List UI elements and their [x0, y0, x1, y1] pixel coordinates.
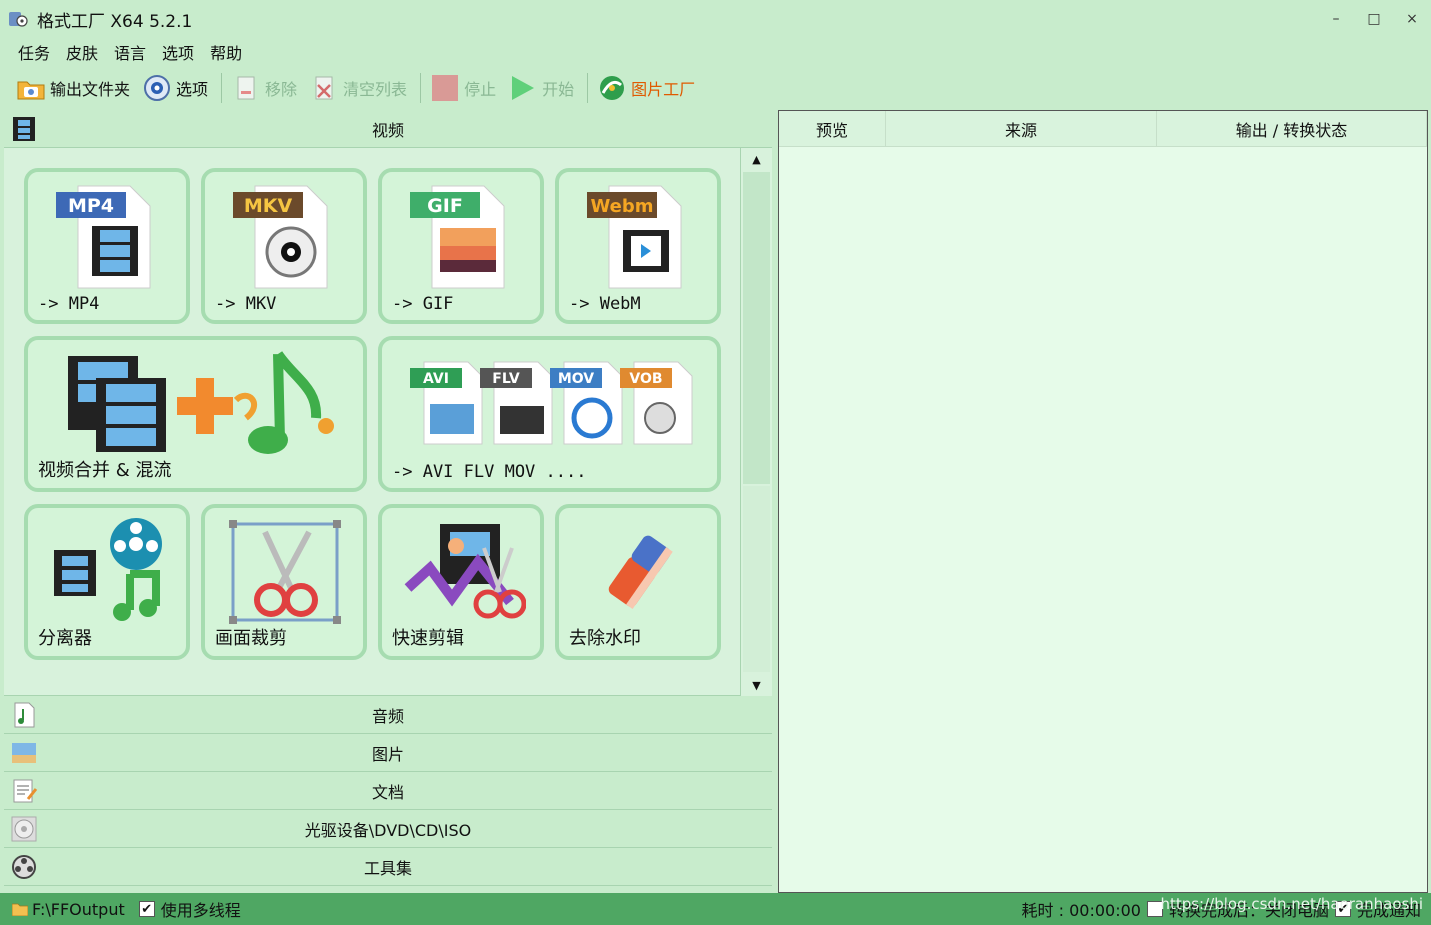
menu-help[interactable]: 帮助 — [202, 40, 250, 64]
quick-cut-icon — [404, 524, 526, 619]
picture-icon — [12, 743, 36, 763]
tools-reel-icon — [12, 855, 36, 879]
svg-text:GIF: GIF — [427, 195, 463, 217]
tile-remove-watermark[interactable]: 去除水印 — [555, 504, 721, 660]
category-audio[interactable]: 音频 — [4, 696, 772, 734]
tile-label: 视频合并 & 混流 — [38, 460, 172, 481]
tile-to-other-formats[interactable]: AVI FLV MOV VOB -> AVI FLV MOV .... — [378, 336, 721, 492]
menu-language[interactable]: 语言 — [106, 40, 154, 64]
disc-icon — [11, 816, 37, 842]
menu-task[interactable]: 任务 — [10, 40, 58, 64]
remove-button[interactable]: 移除 — [227, 70, 301, 106]
start-button[interactable]: 开始 — [504, 70, 578, 106]
category-tools[interactable]: 工具集 — [4, 848, 772, 886]
stop-button[interactable]: 停止 — [426, 70, 500, 106]
svg-text:FLV: FLV — [492, 371, 520, 387]
svg-text:VOB: VOB — [629, 371, 662, 387]
minimize-button[interactable]: – — [1317, 0, 1355, 38]
scroll-down-arrow[interactable]: ▼ — [741, 674, 772, 696]
picture-factory-button[interactable]: 图片工厂 — [593, 70, 699, 106]
tile-label: -> WebM — [569, 294, 641, 314]
window-title: 格式工厂 X64 5.2.1 — [37, 11, 193, 32]
svg-text:AVI: AVI — [423, 371, 449, 387]
tile-video-merge[interactable]: 视频合并 & 混流 — [24, 336, 367, 492]
elapsed-time: 耗时 : 00:00:00 — [1021, 901, 1141, 920]
tile-to-webm[interactable]: Webm -> WebM — [555, 168, 721, 324]
mp4-file-icon: MP4 — [56, 185, 151, 289]
tile-label: -> GIF — [392, 294, 454, 314]
category-picture[interactable]: 图片 — [4, 734, 772, 772]
mkv-file-icon: MKV — [233, 185, 328, 289]
tile-label: 去除水印 — [569, 628, 641, 649]
crop-scissors-icon — [229, 520, 341, 624]
toolbar-separator — [587, 73, 589, 103]
picture-factory-icon — [600, 76, 625, 100]
document-remove-icon — [237, 76, 255, 100]
svg-text:MKV: MKV — [244, 195, 293, 217]
column-preview[interactable]: 预览 — [779, 111, 886, 146]
output-folder-button[interactable]: 输出文件夹 — [12, 70, 134, 106]
category-disc[interactable]: 光驱设备\DVD\CD\ISO — [4, 810, 772, 848]
scroll-track[interactable] — [743, 486, 770, 672]
eraser-icon — [608, 535, 673, 610]
folder-icon — [17, 81, 45, 100]
tiles-scrollbar[interactable]: ▲ ▼ — [740, 148, 772, 696]
task-table-header: 预览 来源 输出 / 转换状态 — [779, 111, 1427, 147]
title-bar: 格式工厂 X64 5.2.1 – □ × — [0, 0, 1431, 38]
stop-icon — [432, 75, 459, 101]
tile-to-mp4[interactable]: MP4 -> MP4 — [24, 168, 190, 324]
app-logo-icon — [9, 12, 28, 27]
tile-crop[interactable]: 画面裁剪 — [201, 504, 367, 660]
tile-label: -> MP4 — [38, 294, 100, 314]
maximize-button[interactable]: □ — [1355, 0, 1393, 38]
scroll-up-arrow[interactable]: ▲ — [741, 148, 772, 170]
music-note-icon — [14, 702, 35, 728]
merge-mux-icon — [68, 351, 334, 454]
tile-to-gif[interactable]: GIF -> GIF — [378, 168, 544, 324]
menu-options[interactable]: 选项 — [154, 40, 202, 64]
category-panel: 视频 MP4 -> MP4 MKV -> MKV GIF -> GIF Webm… — [4, 110, 772, 893]
tile-splitter[interactable]: 分离器 — [24, 504, 190, 660]
webm-file-icon: Webm — [587, 185, 682, 289]
scroll-thumb[interactable] — [743, 172, 770, 484]
menu-skin[interactable]: 皮肤 — [58, 40, 106, 64]
splitter-icon — [54, 518, 162, 621]
clear-list-button[interactable]: 清空列表 — [305, 70, 411, 106]
category-document[interactable]: 文档 — [4, 772, 772, 810]
tile-quick-cut[interactable]: 快速剪辑 — [378, 504, 544, 660]
toolbar-separator — [221, 73, 223, 103]
tile-to-mkv[interactable]: MKV -> MKV — [201, 168, 367, 324]
column-output-status[interactable]: 输出 / 转换状态 — [1157, 111, 1427, 146]
watermark-text: https://blog.csdn.net/haoranhaoshi — [1160, 895, 1423, 913]
task-list-panel[interactable]: 预览 来源 输出 / 转换状态 — [778, 110, 1428, 893]
output-folder-icon — [12, 903, 28, 916]
output-path[interactable]: F:\FFOutput — [32, 900, 125, 919]
toolbar-separator — [420, 73, 422, 103]
tile-label: 分离器 — [38, 628, 92, 649]
svg-text:MP4: MP4 — [68, 195, 114, 217]
svg-text:Webm: Webm — [590, 196, 653, 217]
tile-label: 快速剪辑 — [392, 628, 464, 649]
video-tools-area: MP4 -> MP4 MKV -> MKV GIF -> GIF Webm ->… — [4, 148, 772, 696]
tile-label: -> MKV — [215, 294, 277, 314]
clear-list-icon — [315, 76, 333, 100]
column-source[interactable]: 来源 — [886, 111, 1157, 146]
document-icon — [13, 779, 38, 803]
film-icon — [13, 117, 35, 141]
menu-bar: 任务 皮肤 语言 选项 帮助 — [10, 38, 250, 66]
category-video[interactable]: 视频 — [4, 110, 772, 148]
toolbar: 输出文件夹 选项 移除 清空列表 停止 开始 图片工厂 — [12, 68, 703, 108]
tile-label: 画面裁剪 — [215, 628, 287, 649]
gif-file-icon: GIF — [410, 185, 505, 289]
multithread-label: 使用多线程 — [160, 901, 241, 920]
gear-icon — [144, 75, 171, 101]
multithread-checkbox[interactable]: ✔ — [138, 901, 155, 917]
close-button[interactable]: × — [1393, 0, 1431, 38]
multi-format-file-icons: AVI FLV MOV VOB — [410, 361, 693, 445]
svg-text:MOV: MOV — [558, 371, 594, 387]
options-button[interactable]: 选项 — [138, 70, 212, 106]
play-icon — [512, 76, 535, 100]
tile-label: -> AVI FLV MOV .... — [392, 462, 587, 482]
